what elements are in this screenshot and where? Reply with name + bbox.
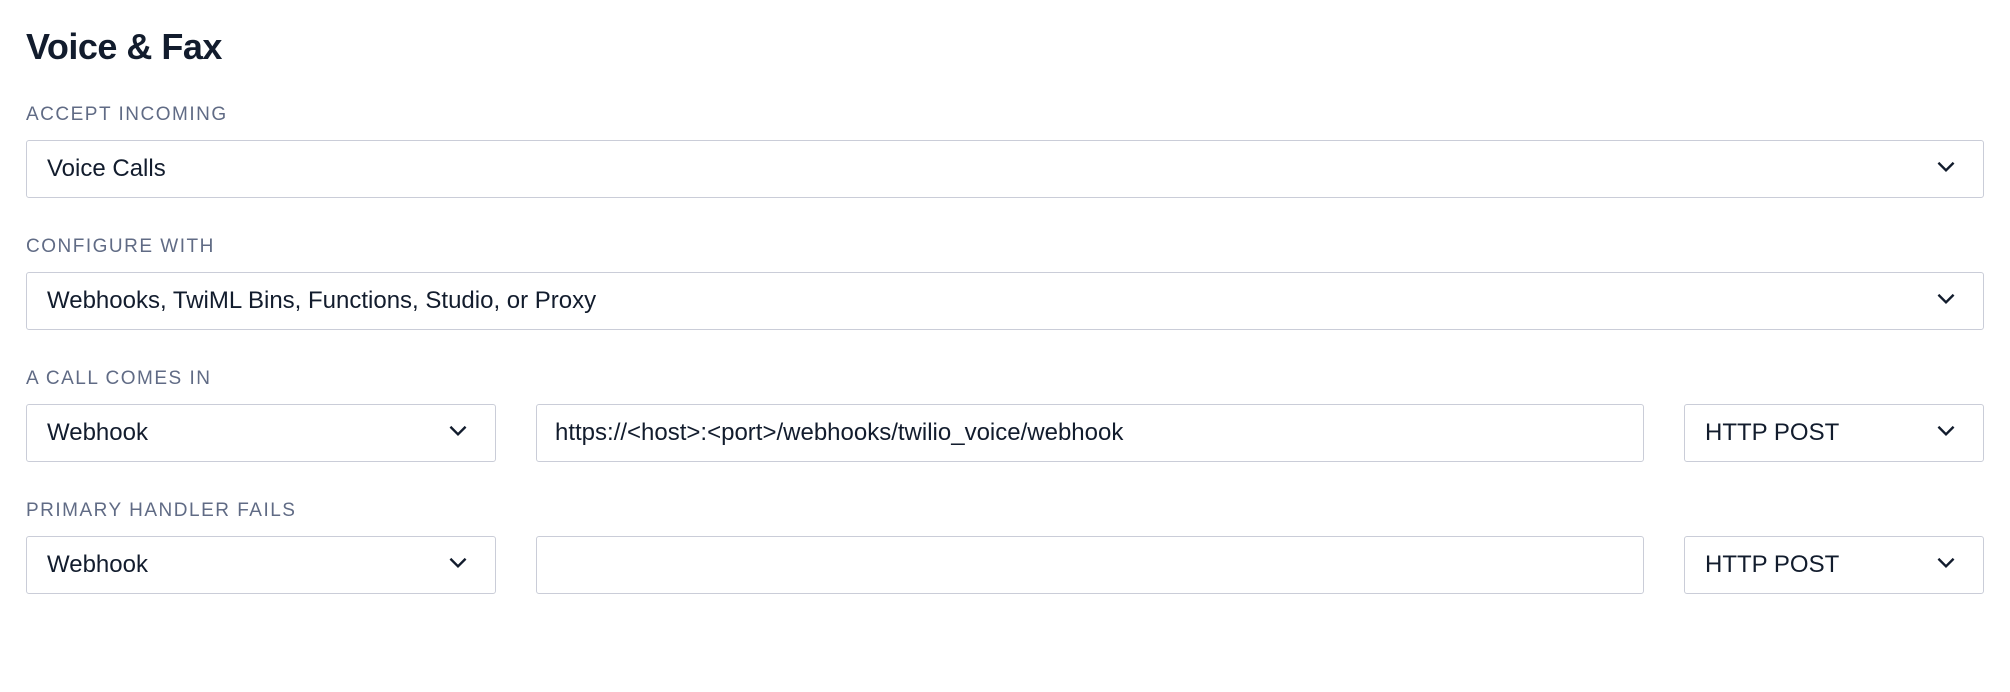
call-comes-in-handler-select[interactable]: Webhook <box>26 404 496 462</box>
call-comes-in-handler-value: Webhook <box>47 419 445 447</box>
primary-handler-fails-url-input[interactable] <box>536 536 1644 594</box>
accept-incoming-field: ACCEPT INCOMING Voice Calls <box>26 104 1984 198</box>
primary-handler-fails-field: PRIMARY HANDLER FAILS Webhook HTTP POST <box>26 500 1984 594</box>
accept-incoming-value: Voice Calls <box>47 155 1933 183</box>
configure-with-label: CONFIGURE WITH <box>26 236 1984 258</box>
call-comes-in-method-value: HTTP POST <box>1705 419 1933 447</box>
call-comes-in-url-input[interactable] <box>536 404 1644 462</box>
chevron-down-icon <box>1933 417 1959 450</box>
configure-with-field: CONFIGURE WITH Webhooks, TwiML Bins, Fun… <box>26 236 1984 330</box>
chevron-down-icon <box>445 549 471 582</box>
chevron-down-icon <box>1933 153 1959 186</box>
call-comes-in-field: A CALL COMES IN Webhook HTTP POST <box>26 368 1984 462</box>
primary-handler-fails-method-value: HTTP POST <box>1705 551 1933 579</box>
primary-handler-fails-handler-select[interactable]: Webhook <box>26 536 496 594</box>
accept-incoming-select[interactable]: Voice Calls <box>26 140 1984 198</box>
primary-handler-fails-label: PRIMARY HANDLER FAILS <box>26 500 1984 522</box>
call-comes-in-label: A CALL COMES IN <box>26 368 1984 390</box>
configure-with-select[interactable]: Webhooks, TwiML Bins, Functions, Studio,… <box>26 272 1984 330</box>
voice-fax-settings: Voice & Fax ACCEPT INCOMING Voice Calls … <box>0 0 2010 634</box>
configure-with-value: Webhooks, TwiML Bins, Functions, Studio,… <box>47 287 1933 315</box>
primary-handler-fails-handler-value: Webhook <box>47 551 445 579</box>
section-title: Voice & Fax <box>26 26 1984 68</box>
chevron-down-icon <box>1933 549 1959 582</box>
chevron-down-icon <box>1933 285 1959 318</box>
chevron-down-icon <box>445 417 471 450</box>
primary-handler-fails-method-select[interactable]: HTTP POST <box>1684 536 1984 594</box>
call-comes-in-method-select[interactable]: HTTP POST <box>1684 404 1984 462</box>
accept-incoming-label: ACCEPT INCOMING <box>26 104 1984 126</box>
